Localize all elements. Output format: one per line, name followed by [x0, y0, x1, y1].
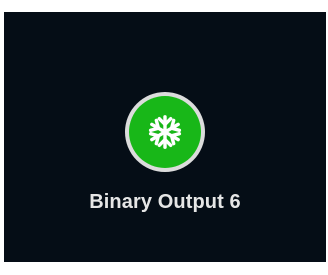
device-tile: Binary Output 6 [4, 12, 326, 262]
snowflake-icon [146, 113, 184, 151]
binary-output-status-button[interactable] [125, 92, 205, 172]
device-label: Binary Output 6 [89, 191, 241, 213]
status-indicator [129, 96, 201, 168]
